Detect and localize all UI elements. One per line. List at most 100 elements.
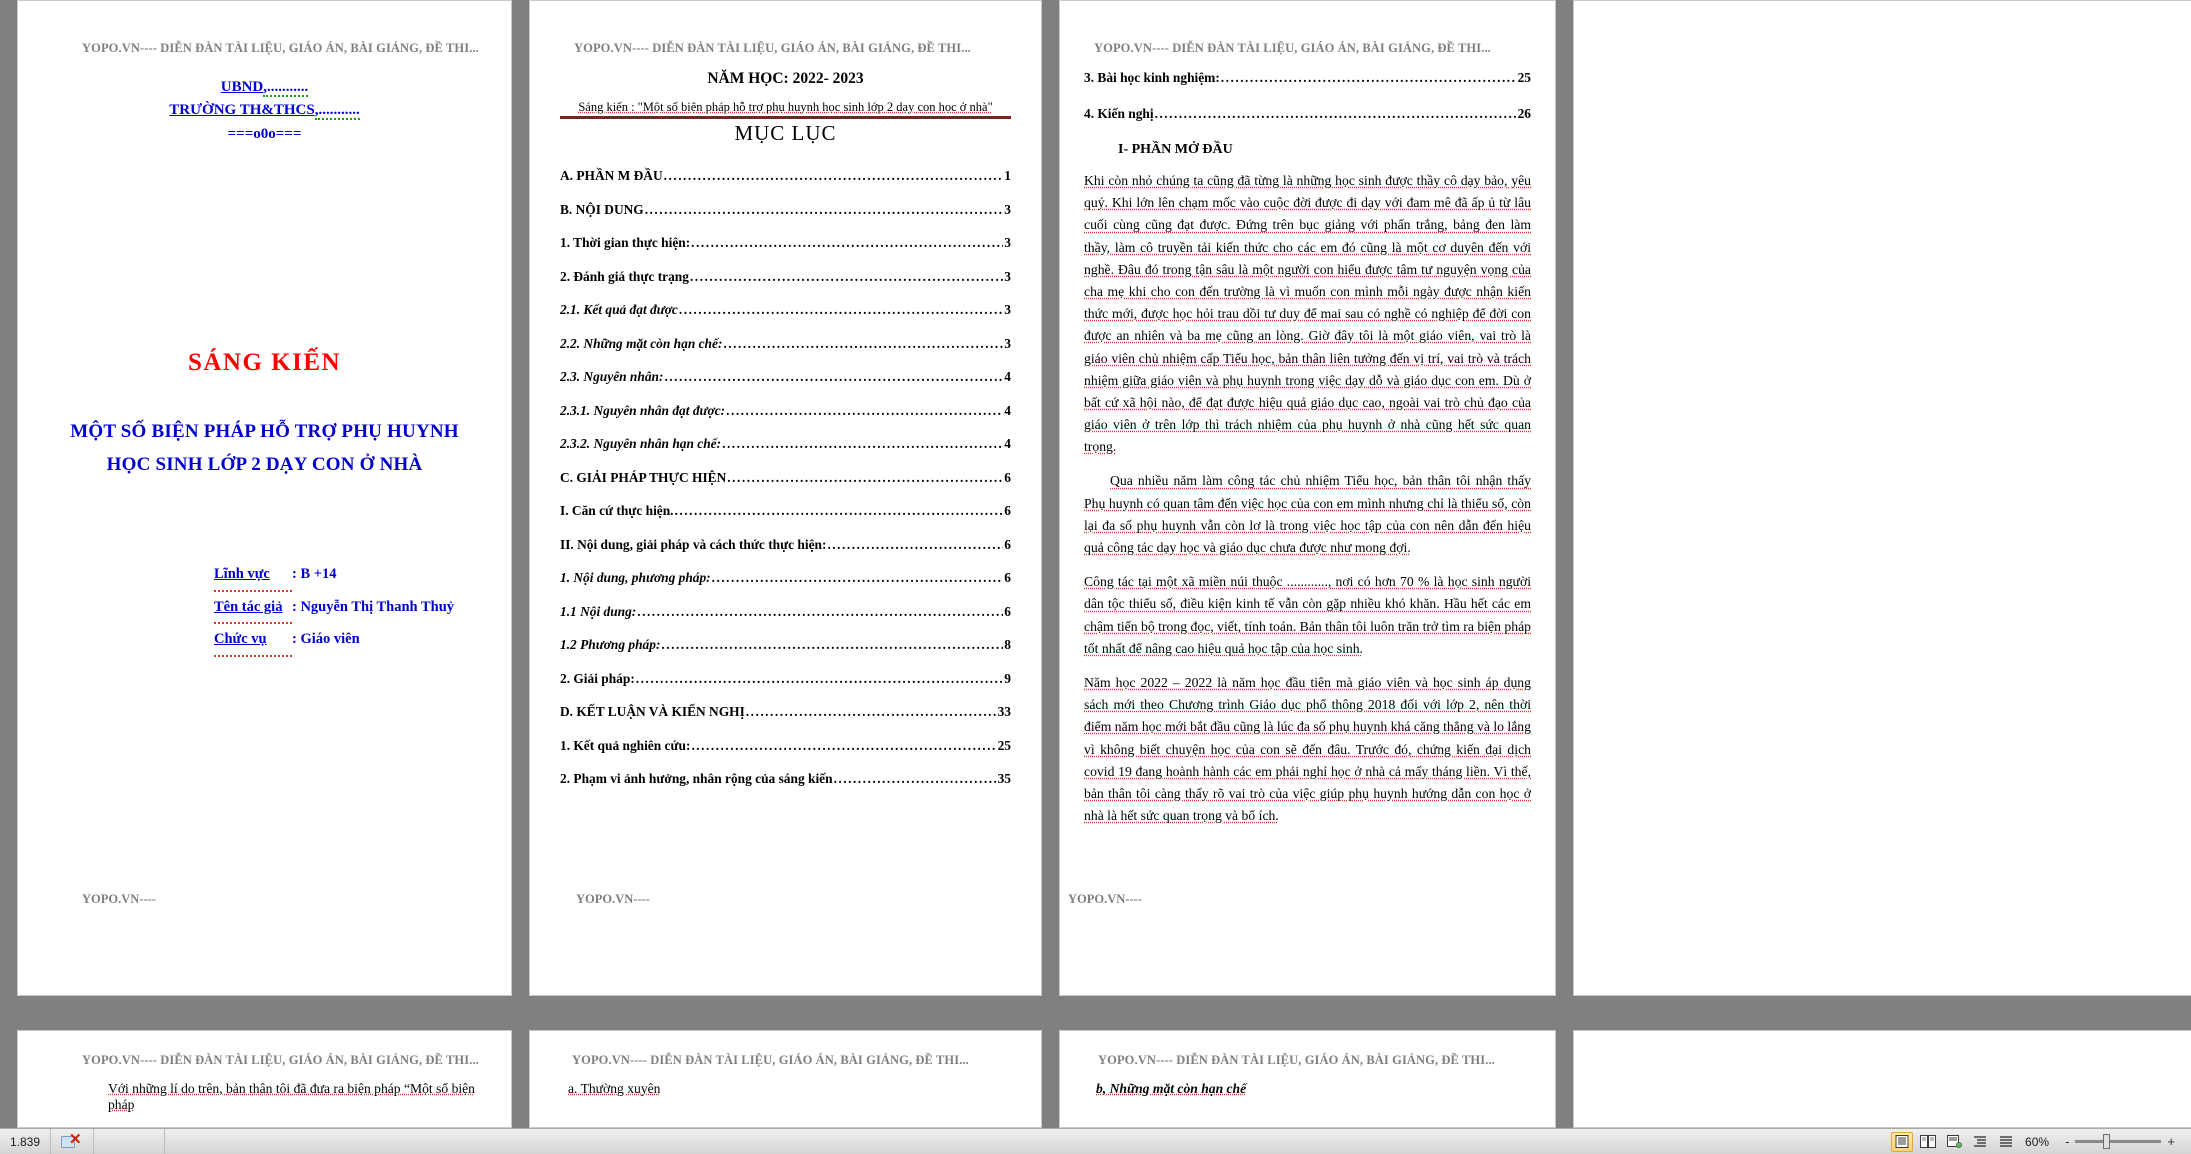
toc-entry-label: 2.3.2. Nguyên nhân hạn chế: xyxy=(560,436,722,451)
toc-leader-dots: ........................................… xyxy=(723,335,1003,351)
document-page-1[interactable]: YOPO.VN---- DIỄN ĐÀN TÀI LIỆU, GIÁO ÁN, … xyxy=(17,0,512,996)
toc-entry[interactable]: I. Căn cứ thực hiện. ...................… xyxy=(560,503,1011,519)
main-title-line-1: MỘT SỐ BIỆN PHÁP HỖ TRỢ PHỤ HUYNH xyxy=(70,420,459,442)
document-page-4-continued[interactable]: YOPO.VN---- DIỄN ĐÀN TÀI LIỆU, GIÁO ÁN, … xyxy=(17,1030,512,1128)
gutter-between-2-3 xyxy=(1042,0,1059,1013)
gutter-left xyxy=(0,1030,17,1128)
toc-entry-label: 1. Nội dung, phương pháp: xyxy=(560,570,711,585)
toc-entry-page: 6 xyxy=(1004,570,1011,585)
gutter-between-1-2 xyxy=(512,0,529,1013)
document-page-7[interactable] xyxy=(1573,1030,2191,1128)
toc-leader-dots: ........................................… xyxy=(691,737,997,753)
spell-check-status-button[interactable]: ✕ xyxy=(51,1129,95,1154)
table-of-contents: A. PHẦN M ĐẦU ..........................… xyxy=(560,168,1011,787)
organization-block: UBND,........... TRƯỜNG TH&THCS,........… xyxy=(46,76,483,146)
toc-entry[interactable]: B. NỘI DUNG ............................… xyxy=(560,202,1011,218)
gutter-between-3-4 xyxy=(1556,0,1573,1013)
document-page-5[interactable]: YOPO.VN---- DIỄN ĐÀN TÀI LIỆU, GIÁO ÁN, … xyxy=(529,1030,1042,1128)
full-screen-reading-view-button[interactable] xyxy=(1917,1132,1939,1152)
meta-value-field: : B +14 xyxy=(292,566,337,583)
page-footer-watermark: YOPO.VN---- xyxy=(576,892,650,906)
document-page-2[interactable]: YOPO.VN---- DIỄN ĐÀN TÀI LIỆU, GIÁO ÁN, … xyxy=(529,0,1042,996)
toc-entry-page: 6 xyxy=(1004,469,1011,485)
toc-leader-dots: ........................................… xyxy=(1154,106,1517,121)
word-count-value: 1.839 xyxy=(10,1134,41,1149)
org-line-1: UBND,........... xyxy=(46,76,483,99)
toc-entry-label: I. Căn cứ thực hiện. xyxy=(560,503,674,518)
toc-entry-label: 1. Kết quả nghiên cứu: xyxy=(560,737,691,753)
toc-entry-label: II. Nội dung, giải pháp và cách thức thự… xyxy=(560,536,827,552)
toc-entry-label: 1.1 Nội dung: xyxy=(560,603,637,619)
toc-entry-page: 25 xyxy=(997,737,1011,753)
web-layout-icon xyxy=(1946,1135,1962,1148)
toc-entry[interactable]: 1. Thời gian thực hiện: ................… xyxy=(560,235,1011,251)
org-school-label: TRƯỜNG TH&THCS xyxy=(169,102,315,119)
meta-value-author: : Nguyễn Thị Thanh Thuỷ xyxy=(292,598,455,615)
toc-entry[interactable]: 3. Bài học kinh nghiệm: ................… xyxy=(1084,70,1531,86)
toc-entry[interactable]: 1. Kết quả nghiên cứu: .................… xyxy=(560,738,1011,754)
toc-entry-page: 26 xyxy=(1517,106,1531,121)
toc-entry[interactable]: C. GIẢI PHÁP THỰC HIỆN .................… xyxy=(560,470,1011,486)
toc-entry-label: 4. Kiến nghị xyxy=(1084,106,1154,121)
toc-entry[interactable]: A. PHẦN M ĐẦU ..........................… xyxy=(560,168,1011,184)
zoom-slider[interactable]: - + xyxy=(2059,1134,2181,1149)
toc-leader-dots: ........................................… xyxy=(827,536,1003,552)
main-title-line-2: HỌC SINH LỚP 2 DẠY CON Ở NHÀ xyxy=(106,454,423,475)
toc-entry-label: 2. Giải pháp: xyxy=(560,670,635,686)
word-document-window: YOPO.VN---- DIỄN ĐÀN TÀI LIỆU, GIÁO ÁN, … xyxy=(0,0,2191,1154)
meta-label-author: Tên tác giả xyxy=(214,592,292,625)
toc-entry[interactable]: 4. Kiến nghị ...........................… xyxy=(1084,106,1531,122)
toc-entry-page: 4 xyxy=(1004,436,1011,451)
zoom-in-button[interactable]: + xyxy=(2161,1134,2181,1149)
meta-row-position: Chức vụ: Giáo viên xyxy=(214,624,483,657)
zoom-level-label[interactable]: 60% xyxy=(2025,1135,2049,1149)
toc-entry[interactable]: D. KẾT LUẬN VÀ KIẾN NGHỊ ...............… xyxy=(560,704,1011,720)
toc-leader-dots: ........................................… xyxy=(727,469,1004,485)
zoom-slider-track[interactable] xyxy=(2075,1134,2162,1149)
toc-entry[interactable]: 2.3.1. Nguyên nhân đạt được: ...........… xyxy=(560,403,1011,419)
toc-entry-page: 8 xyxy=(1004,637,1011,652)
toc-entry[interactable]: 2. Phạm vi ảnh hưởng, nhân rộng của sáng… xyxy=(560,771,1011,787)
toc-entry[interactable]: 1. Nội dung, phương pháp: ..............… xyxy=(560,570,1011,586)
document-page-3[interactable]: YOPO.VN---- DIỄN ĐÀN TÀI LIỆU, GIÁO ÁN, … xyxy=(1059,0,1556,996)
language-status[interactable] xyxy=(94,1129,166,1154)
body-paragraph: Công tác tại một xã miền núi thuộc .....… xyxy=(1084,574,1531,656)
toc-leader-dots: ........................................… xyxy=(745,704,997,719)
toc-entry[interactable]: 2.3.2. Nguyên nhân hạn chế: ............… xyxy=(560,436,1011,452)
toc-leader-dots: ........................................… xyxy=(1220,70,1517,85)
toc-entry-page: 35 xyxy=(997,771,1011,786)
page-header-watermark: YOPO.VN---- DIỄN ĐÀN TÀI LIỆU, GIÁO ÁN, … xyxy=(572,1053,969,1067)
toc-entry[interactable]: II. Nội dung, giải pháp và cách thức thự… xyxy=(560,537,1011,553)
toc-entry-page: 25 xyxy=(1517,70,1531,85)
toc-entry[interactable]: 2.3. Nguyên nhân: ......................… xyxy=(560,369,1011,385)
toc-entry-label: 2.1. Kết quả đạt được xyxy=(560,302,678,317)
draft-view-button[interactable] xyxy=(1995,1132,2017,1152)
toc-leader-dots: ........................................… xyxy=(644,201,1004,217)
print-layout-view-button[interactable] xyxy=(1891,1131,1914,1152)
toc-entry-page: 9 xyxy=(1004,670,1011,686)
toc-entry[interactable]: 2. Giải pháp: ..........................… xyxy=(560,671,1011,687)
document-workspace[interactable]: YOPO.VN---- DIỄN ĐÀN TÀI LIỆU, GIÁO ÁN, … xyxy=(0,0,2191,1128)
toc-entry[interactable]: 1.1 Nội dung: ..........................… xyxy=(560,604,1011,620)
meta-row-field: Lĩnh vực: B +14 xyxy=(214,559,483,592)
toc-leader-dots: ........................................… xyxy=(663,168,1004,183)
toc-entry[interactable]: 2. Đánh giá thực trạng .................… xyxy=(560,269,1011,285)
outline-view-button[interactable] xyxy=(1969,1132,1991,1152)
toc-entry[interactable]: 2.2. Những mặt còn hạn chế: ............… xyxy=(560,336,1011,352)
meta-label-field: Lĩnh vực xyxy=(214,559,292,592)
document-page-4[interactable] xyxy=(1573,0,2191,996)
document-page-6[interactable]: YOPO.VN---- DIỄN ĐÀN TÀI LIỆU, GIÁO ÁN, … xyxy=(1059,1030,1556,1128)
spell-check-icon: ✕ xyxy=(61,1132,83,1151)
toc-entry-label: A. PHẦN M ĐẦU xyxy=(560,168,663,183)
web-layout-view-button[interactable] xyxy=(1943,1132,1965,1152)
toc-entry-label: D. KẾT LUẬN VÀ KIẾN NGHỊ xyxy=(560,704,745,719)
toc-entry-page: 33 xyxy=(997,704,1011,719)
zoom-out-button[interactable]: - xyxy=(2059,1134,2075,1149)
zoom-slider-thumb[interactable] xyxy=(2103,1134,2111,1149)
author-metadata-block: Lĩnh vực: B +14 Tên tác giả: Nguyễn Thị … xyxy=(214,559,483,657)
toc-entry[interactable]: 2.1. Kết quả đạt được ..................… xyxy=(560,302,1011,318)
word-count-status[interactable]: 1.839 xyxy=(0,1129,52,1154)
toc-entry-page: 3 xyxy=(1004,335,1011,351)
toc-entry[interactable]: 1.2 Phương pháp: .......................… xyxy=(560,637,1011,653)
toc-leader-dots: ........................................… xyxy=(711,570,1004,585)
